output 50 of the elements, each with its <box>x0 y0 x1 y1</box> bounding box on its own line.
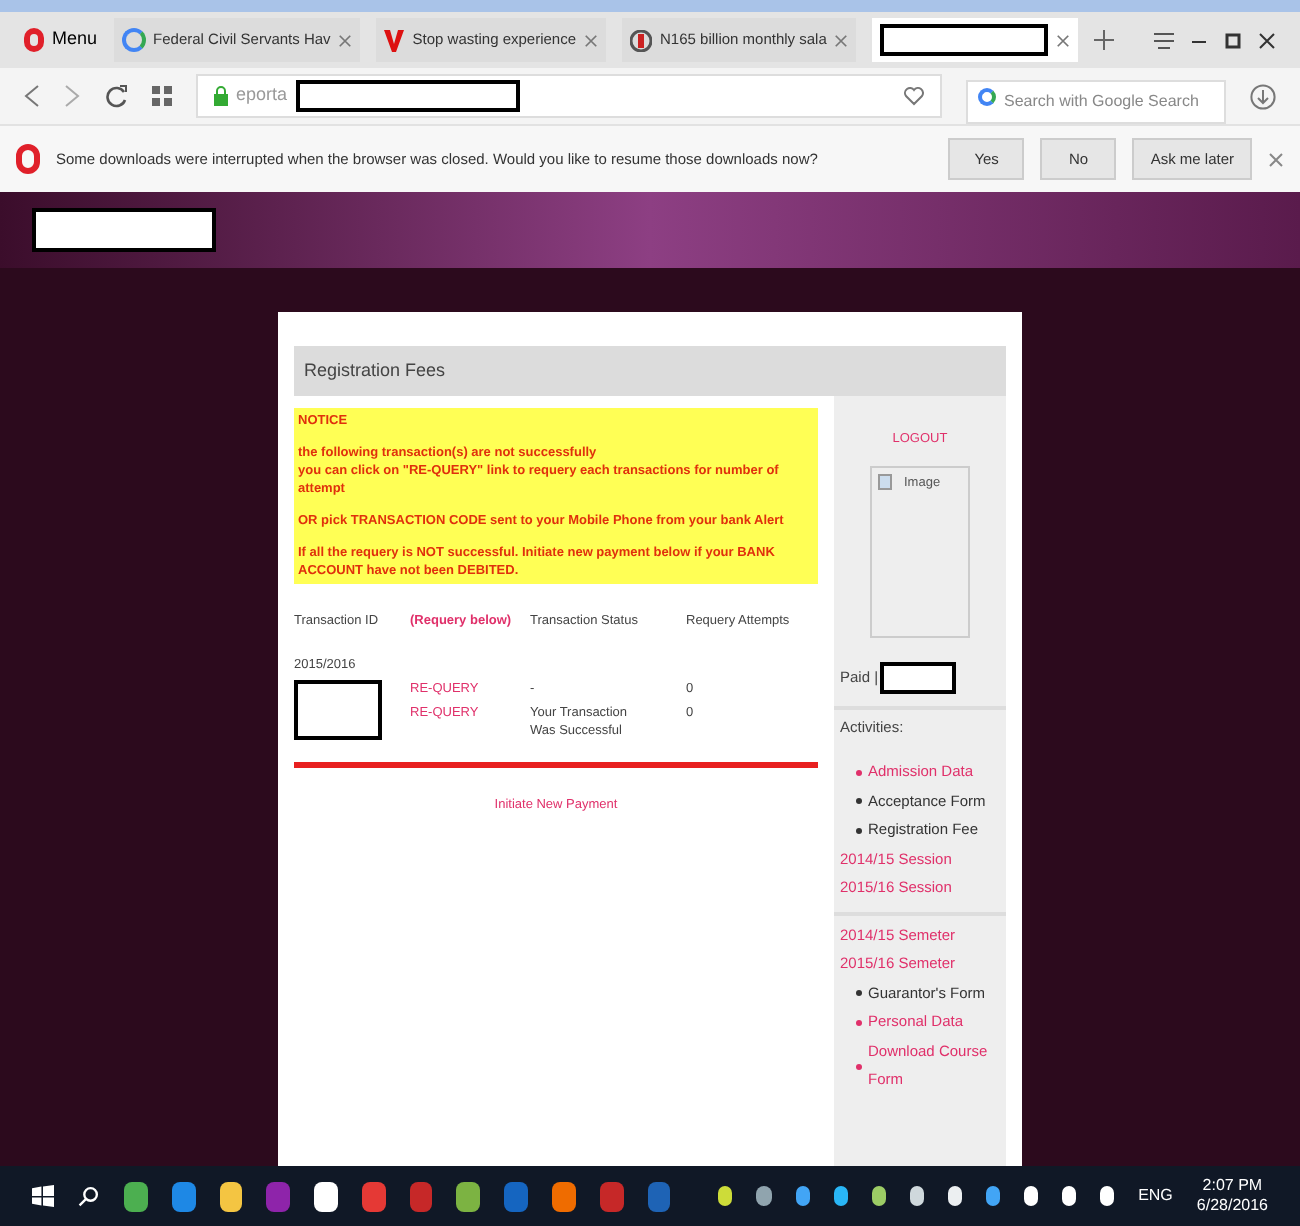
clock[interactable]: 2:07 PM 6/28/2016 <box>1196 1176 1268 1216</box>
app-icon[interactable] <box>124 1181 148 1211</box>
app-icon[interactable] <box>552 1181 576 1211</box>
v-logo-icon <box>384 29 405 51</box>
tray-icon[interactable] <box>1023 1186 1038 1206</box>
tray-icon[interactable] <box>756 1186 771 1206</box>
download-icon[interactable] <box>1250 83 1276 109</box>
section-title: Registration Fees <box>304 357 446 384</box>
reload-icon[interactable] <box>104 84 128 108</box>
broken-image-icon <box>878 473 892 490</box>
bullet-icon <box>856 990 862 997</box>
search-icon[interactable] <box>78 1182 100 1210</box>
bullet-icon <box>856 1063 862 1069</box>
menu-button[interactable]: Menu <box>24 26 98 54</box>
bullet-icon <box>856 827 862 834</box>
tray-icon[interactable] <box>1061 1186 1076 1206</box>
tray-icon[interactable] <box>833 1186 848 1206</box>
bullet-icon <box>856 798 862 805</box>
back-icon[interactable] <box>24 84 40 108</box>
tray-icon[interactable] <box>985 1186 1000 1206</box>
tray-icon[interactable] <box>871 1186 886 1206</box>
google-logo-icon <box>978 88 996 106</box>
close-icon[interactable] <box>1258 31 1276 49</box>
tray-icon[interactable] <box>718 1186 733 1206</box>
lock-icon <box>214 86 228 106</box>
newspaper-logo-icon <box>630 29 653 51</box>
windows-start-icon[interactable] <box>32 1182 54 1210</box>
g-logo-icon <box>121 28 146 52</box>
bullet-icon <box>856 769 862 776</box>
redaction-box <box>294 679 382 739</box>
app-icon[interactable] <box>219 1181 243 1211</box>
opera-logo-icon <box>16 144 40 174</box>
browser-tab[interactable] <box>872 18 1079 62</box>
opera-logo-icon <box>24 28 44 52</box>
tray-icon[interactable] <box>947 1186 962 1206</box>
tray-icon[interactable] <box>795 1186 810 1206</box>
app-icon[interactable] <box>456 1181 481 1211</box>
restore-icon[interactable] <box>1224 31 1242 49</box>
menu-icon[interactable] <box>1154 31 1174 49</box>
search-field[interactable]: Search with Google Search <box>966 79 1226 123</box>
language-indicator[interactable]: ENG <box>1138 1184 1173 1208</box>
new-tab-icon[interactable] <box>1094 30 1115 50</box>
close-icon[interactable] <box>1056 33 1071 47</box>
heart-icon[interactable] <box>904 86 924 106</box>
app-icon[interactable] <box>314 1181 338 1211</box>
speed-dial-icon[interactable] <box>152 86 172 106</box>
tray-icon[interactable] <box>909 1186 924 1206</box>
bullet-icon <box>856 1019 862 1026</box>
redaction-box <box>880 661 957 694</box>
tray-icon[interactable] <box>1100 1186 1115 1206</box>
